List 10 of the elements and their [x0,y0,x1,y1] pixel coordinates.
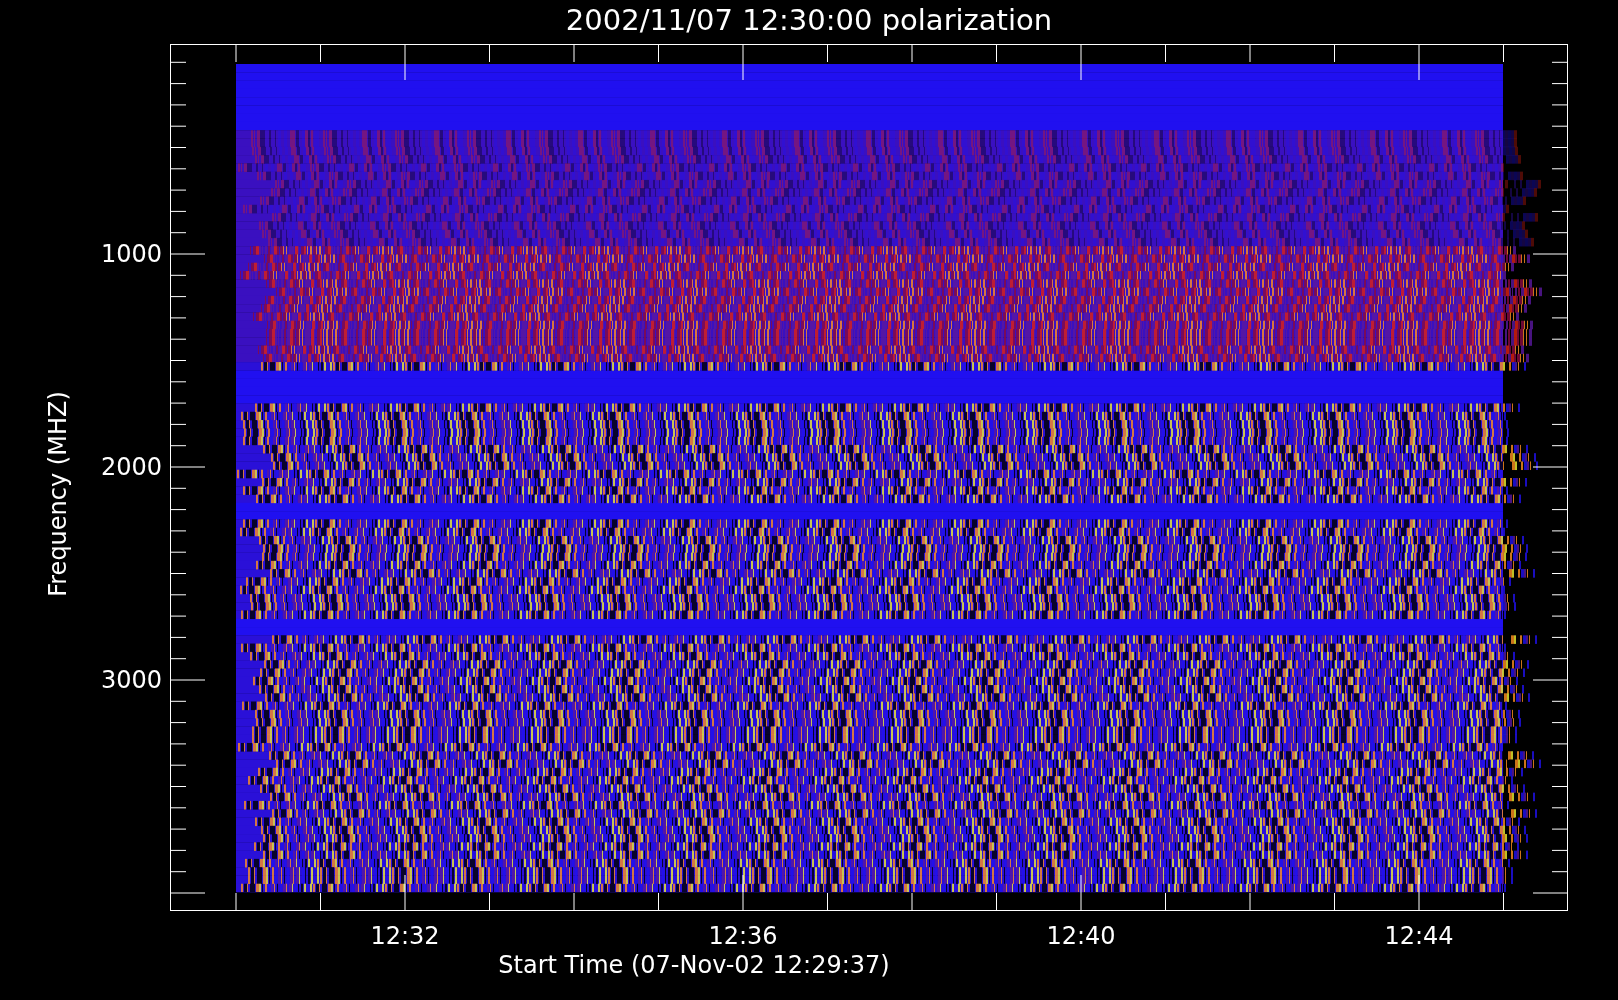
axis-tick-label: 12:32 [369,921,441,951]
axis-tick-label: 1000 [99,240,162,268]
axis-tick-label: 12:44 [1383,921,1455,951]
axis-label: Frequency (MHZ) [44,391,72,597]
chart-title: 2002/11/07 12:30:00 polarization [564,2,1054,38]
axis-label: Start Time (07-Nov-02 12:29:37) [497,950,891,980]
axis-tick-label: 2000 [99,453,162,481]
axis-tick-label: 12:36 [707,921,779,951]
axis-tick-label: 3000 [99,666,162,694]
axis-tick-label: 12:40 [1045,921,1117,951]
